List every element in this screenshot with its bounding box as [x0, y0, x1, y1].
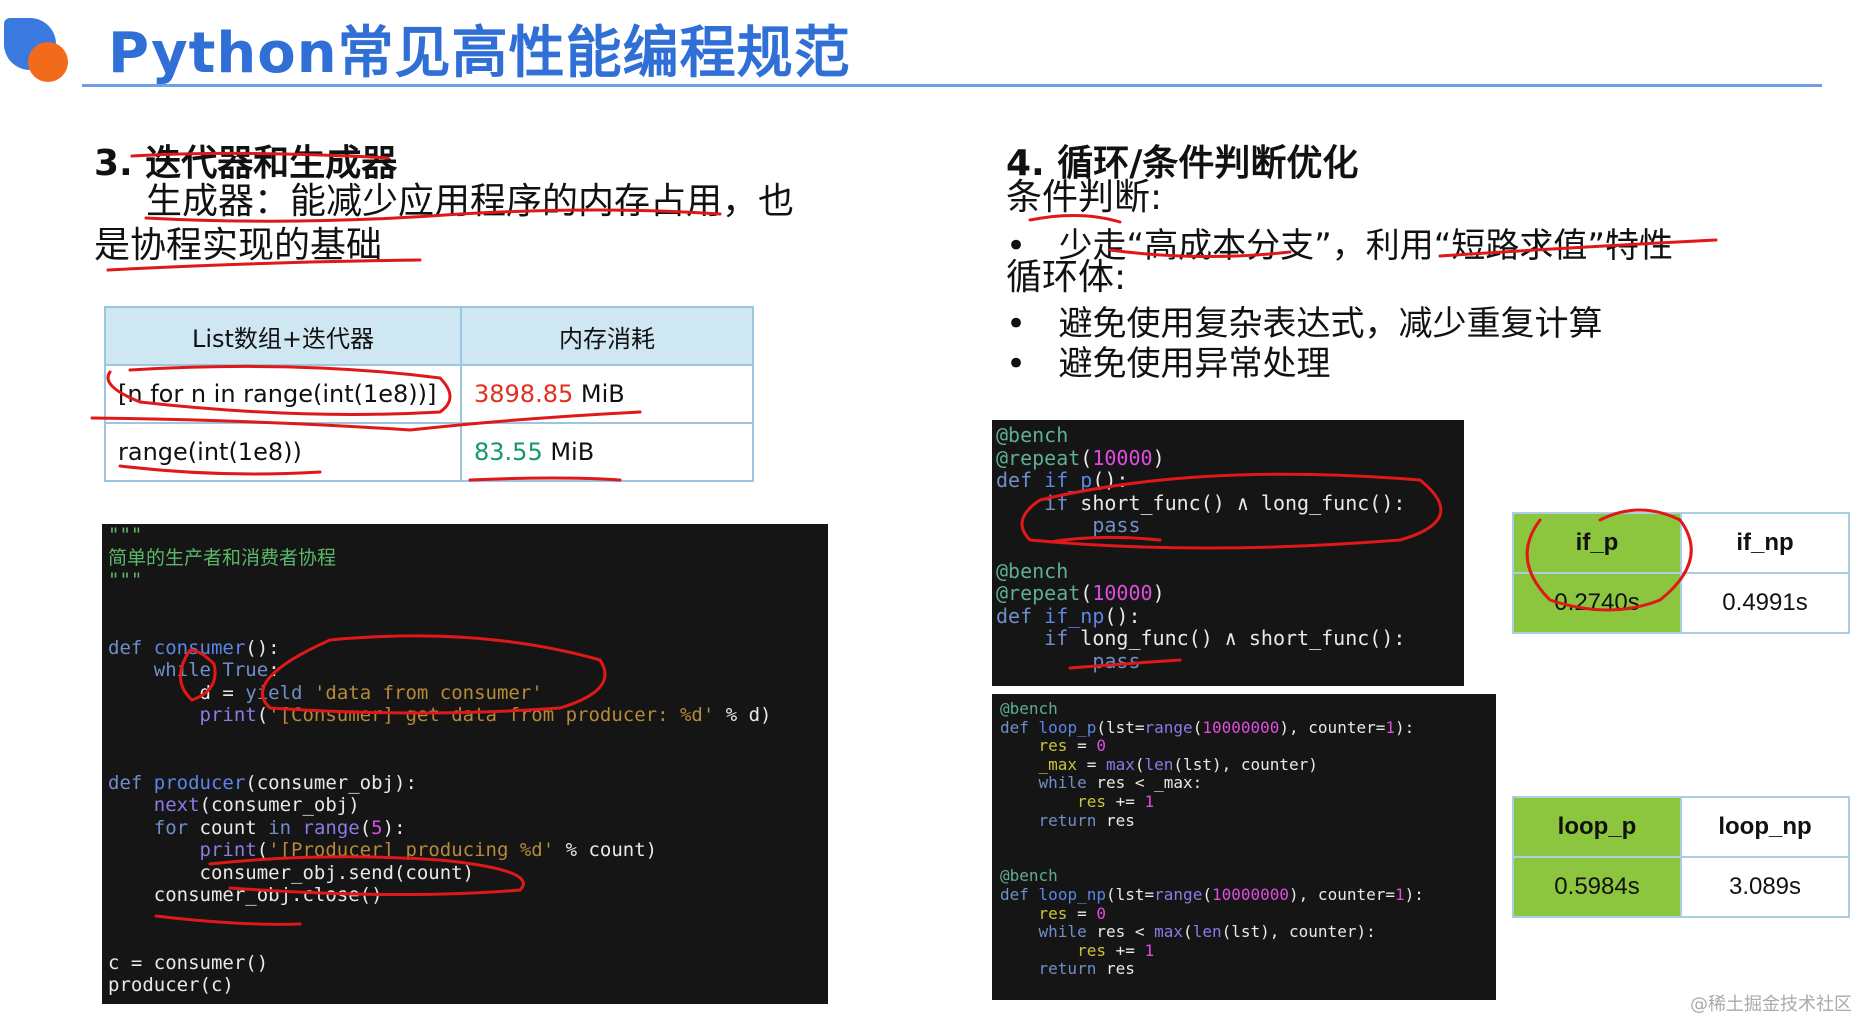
section-3-heading: 3. 迭代器和生成器	[94, 143, 398, 184]
generator-desc-line1: 生成器：能减少应用程序的内存占用，也	[146, 181, 795, 222]
watermark: @稀土掘金技术社区	[1690, 994, 1852, 1015]
memory-value: 83.55	[474, 438, 543, 466]
loop-np-value: 3.089s	[1680, 856, 1850, 918]
memory-cell: 83.55 MiB	[460, 422, 754, 482]
loop-code-block: @bench def loop_p(lst=range(10000000), c…	[992, 694, 1496, 1000]
memory-value: 3898.85	[474, 380, 574, 408]
if-code-block: @bench @repeat(10000) def if_p(): if sho…	[992, 420, 1464, 686]
if-p-header: if_p	[1512, 512, 1682, 574]
loop-result-values: 0.5984s 3.089s	[1512, 856, 1850, 918]
loop-p-value: 0.5984s	[1512, 856, 1682, 918]
if-np-value: 0.4991s	[1680, 572, 1850, 634]
if-p-value: 0.2740s	[1512, 572, 1682, 634]
bullet-text: 少走“高成本分支”，利用“短路求值”特性	[1058, 226, 1673, 266]
if-result-table: if_p if_np 0.2740s 0.4991s	[1512, 512, 1850, 634]
memory-unit: MiB	[542, 438, 595, 466]
if-result-values: 0.2740s 0.4991s	[1512, 572, 1850, 634]
if-result-header: if_p if_np	[1512, 512, 1850, 574]
table-row: range(int(1e8)) 83.55 MiB	[104, 422, 754, 482]
generator-desc-line2: 是协程实现的基础	[94, 225, 383, 266]
col-header-memory: 内存消耗	[460, 306, 754, 366]
loop-label: 循环体:	[1006, 257, 1127, 298]
memory-table-header: List数组+迭代器 内存消耗	[104, 306, 754, 366]
coroutine-code-block: """ 简单的生产者和消费者协程 """ def consumer(): whi…	[102, 524, 828, 1004]
col-header-list: List数组+迭代器	[104, 306, 462, 366]
expr-cell: [n for n in range(int(1e8))]	[104, 364, 462, 424]
if-np-header: if_np	[1680, 512, 1850, 574]
loop-result-table: loop_p loop_np 0.5984s 3.089s	[1512, 796, 1850, 918]
loop-p-header: loop_p	[1512, 796, 1682, 858]
logo-orange-circle	[28, 42, 68, 82]
title-divider	[82, 84, 1822, 87]
loop-np-header: loop_np	[1680, 796, 1850, 858]
loop-result-header: loop_p loop_np	[1512, 796, 1850, 858]
page-title: Python常见高性能编程规范	[108, 21, 851, 86]
memory-unit: MiB	[573, 380, 625, 408]
bullet-text: 避免使用异常处理	[1058, 344, 1331, 384]
bullet-avoid-exception: • 避免使用异常处理	[1006, 344, 1331, 384]
condition-label: 条件判断:	[1006, 177, 1163, 218]
memory-cell: 3898.85 MiB	[460, 364, 754, 424]
table-row: [n for n in range(int(1e8))] 3898.85 MiB	[104, 364, 754, 424]
expr-cell: range(int(1e8))	[104, 422, 462, 482]
memory-table: List数组+迭代器 内存消耗 [n for n in range(int(1e…	[104, 306, 754, 482]
